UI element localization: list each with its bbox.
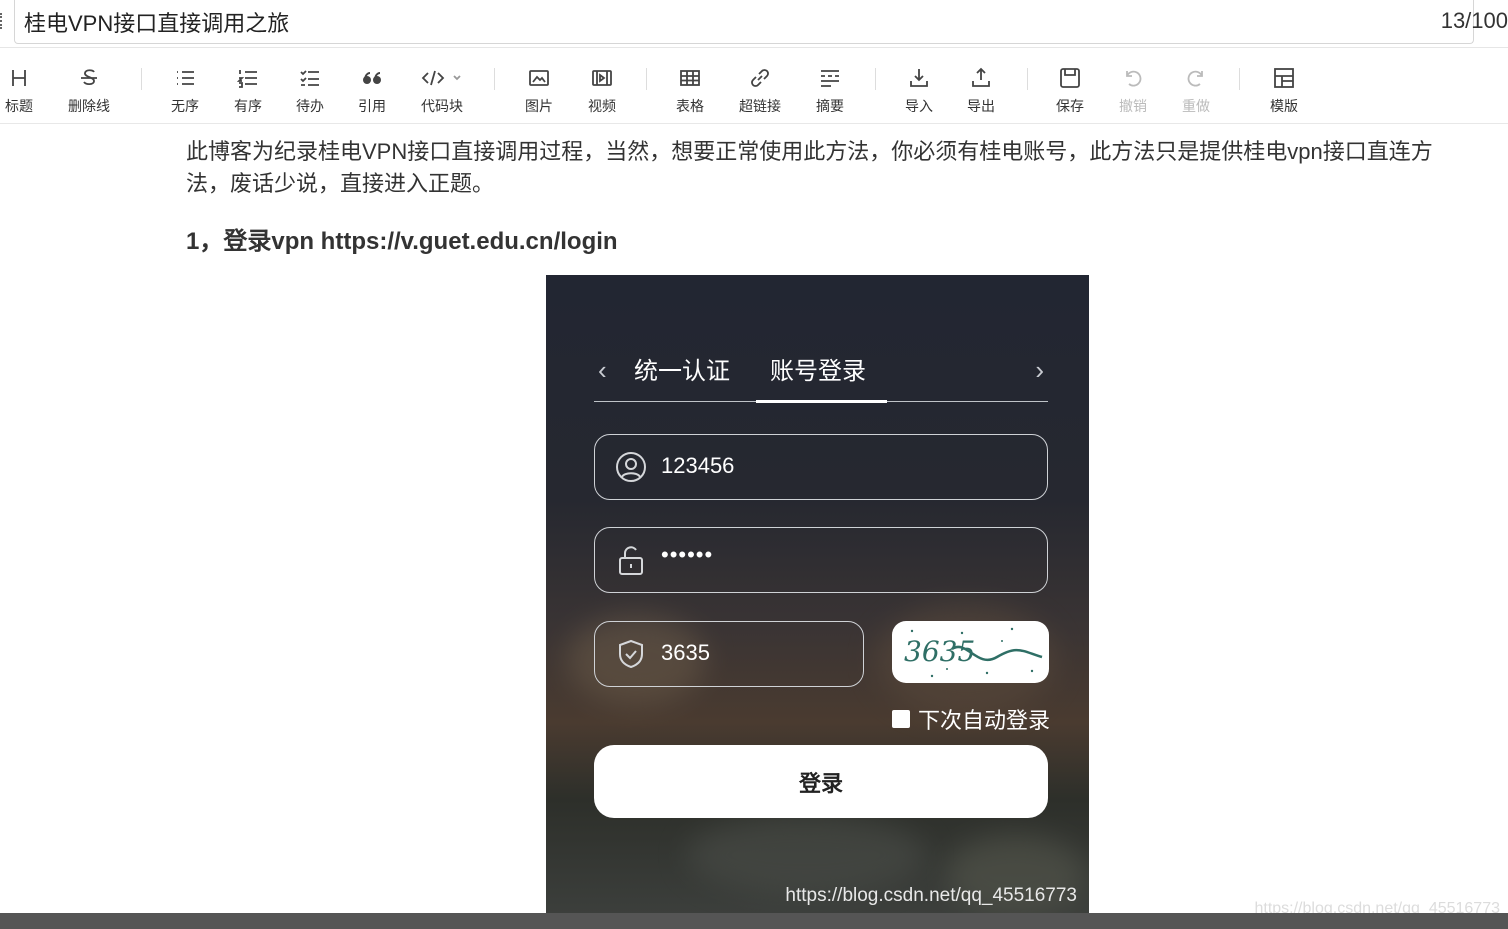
remember-checkbox[interactable] [892,710,910,728]
template-button[interactable]: 模版 [1252,64,1316,116]
unordered-list-button[interactable]: 无序 [153,64,217,116]
link-icon [728,64,792,92]
article-title[interactable]: 桂电VPN接口直接调用之旅 [24,6,289,38]
ordered-list-icon [216,64,280,92]
import-label: 导入 [905,98,933,114]
template-icon [1252,64,1316,92]
video-icon [570,64,634,92]
strikethrough-button[interactable]: 删除线 [57,64,121,116]
unordered-list-label: 无序 [171,98,199,114]
title-bar: 桂电VPN接口直接调用之旅 13/100 [0,0,1508,48]
save-label: 保存 [1056,98,1084,114]
unordered-list-icon [153,64,217,92]
todo-list-label: 待办 [296,98,324,114]
active-tab-indicator [756,400,887,403]
redo-icon [1164,64,1228,92]
heading-label: 标题 [5,98,33,114]
summary-button[interactable]: 摘要 [798,64,862,116]
code-block-label: 代码块 [421,98,463,114]
sidebar-handle[interactable] [0,13,3,29]
login-tabs: ‹ 统一认证 账号登录 › [594,345,1048,403]
toolbar-divider [875,68,876,90]
undo-icon [1101,64,1165,92]
redo-button[interactable]: 重做 [1164,64,1228,116]
editor-toolbar: 标题 删除线 无序 有序 待办 引用 代码块 图片 视频 表格 超链接 摘要 导… [0,56,1508,124]
captcha-text: 3635 [904,635,975,668]
toolbar-divider [1239,68,1240,90]
toolbar-divider [646,68,647,90]
captcha-value: 3635 [661,640,710,665]
import-icon [887,64,951,92]
table-label: 表格 [676,98,704,114]
import-button[interactable]: 导入 [887,64,951,116]
table-button[interactable]: 表格 [658,64,722,116]
captcha-field[interactable]: 3635 [594,621,864,687]
remember-me[interactable]: 下次自动登录 [892,703,1050,735]
export-label: 导出 [967,98,995,114]
undo-label: 撤销 [1119,98,1147,114]
chevron-left-icon[interactable]: ‹ [598,357,607,383]
tab-unified-auth[interactable]: 统一认证 [634,351,730,386]
shield-icon [615,638,647,670]
export-button[interactable]: 导出 [949,64,1013,116]
password-value: •••••• [661,542,714,567]
toolbar-divider [494,68,495,90]
quote-icon [340,64,404,92]
ordered-list-label: 有序 [234,98,262,114]
summary-label: 摘要 [816,98,844,114]
username-field[interactable]: 123456 [594,434,1048,500]
checklist-icon [278,64,342,92]
undo-button[interactable]: 撤销 [1101,64,1165,116]
save-icon [1038,64,1102,92]
export-icon [949,64,1013,92]
article-paragraph[interactable]: 此博客为纪录桂电VPN接口直接调用过程，当然，想要正常使用此方法，你必须有桂电账… [186,136,1456,200]
article-heading[interactable]: 1，登录vpn https://v.guet.edu.cn/login [186,221,618,256]
heading-icon [0,64,51,92]
video-button[interactable]: 视频 [570,64,634,116]
quote-button[interactable]: 引用 [340,64,404,116]
image-label: 图片 [525,98,553,114]
code-icon [410,64,474,92]
username-value: 123456 [661,453,735,478]
quote-label: 引用 [358,98,386,114]
image-icon [507,64,571,92]
save-button[interactable]: 保存 [1038,64,1102,116]
user-icon [615,451,647,483]
toolbar-divider [141,68,142,90]
title-char-count: 13/100 [1440,8,1508,33]
video-label: 视频 [588,98,616,114]
heading-button[interactable]: 标题 [0,64,51,116]
image-button[interactable]: 图片 [507,64,571,116]
hyperlink-button[interactable]: 超链接 [728,64,792,116]
summary-icon [798,64,862,92]
strikethrough-icon [57,64,121,92]
table-icon [658,64,722,92]
bokeh-light [686,815,926,895]
toolbar-divider [1027,68,1028,90]
template-label: 模版 [1270,98,1298,114]
todo-list-button[interactable]: 待办 [278,64,342,116]
login-button[interactable]: 登录 [594,745,1048,818]
redo-label: 重做 [1182,98,1210,114]
embedded-login-screenshot[interactable]: ‹ 统一认证 账号登录 › 123456 •••••• 3635 3635 下次… [546,275,1089,915]
code-block-button[interactable]: 代码块 [410,64,474,116]
bottom-status-bar [0,913,1508,929]
hyperlink-label: 超链接 [739,98,781,114]
captcha-image[interactable]: 3635 [892,621,1049,683]
image-watermark: https://blog.csdn.net/qq_45516773 [785,885,1077,906]
chevron-right-icon[interactable]: › [1035,357,1044,383]
tab-account-login[interactable]: 账号登录 [770,351,866,386]
lock-icon [615,544,647,576]
remember-label: 下次自动登录 [918,708,1051,733]
strikethrough-label: 删除线 [68,98,110,114]
ordered-list-button[interactable]: 有序 [216,64,280,116]
password-field[interactable]: •••••• [594,527,1048,593]
